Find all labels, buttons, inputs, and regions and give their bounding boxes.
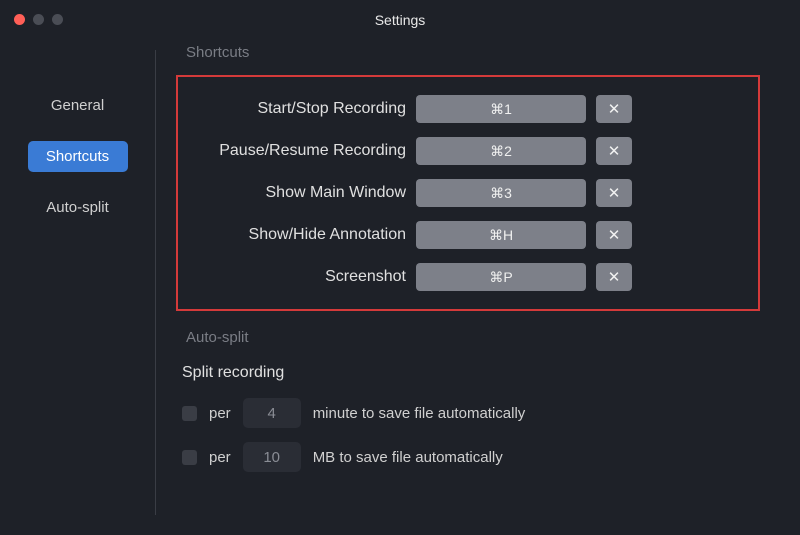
shortcuts-group-highlight: Start/Stop Recording ⌘1 ✕ Pause/Resume R…: [176, 75, 760, 311]
minutes-input[interactable]: 4: [243, 398, 301, 428]
close-icon: ✕: [608, 184, 621, 202]
per-label: per: [209, 405, 231, 422]
shortcut-key-input[interactable]: ⌘2: [416, 137, 586, 165]
shortcut-row-pause-resume: Pause/Resume Recording ⌘2 ✕: [186, 137, 744, 165]
shortcut-key-input[interactable]: ⌘1: [416, 95, 586, 123]
sidebar-item-label: Auto-split: [46, 199, 109, 216]
checkbox-split-mb[interactable]: [182, 450, 197, 465]
mb-suffix: MB to save file automatically: [313, 449, 503, 466]
shortcut-row-start-stop: Start/Stop Recording ⌘1 ✕: [186, 95, 744, 123]
main-panel: Shortcuts Start/Stop Recording ⌘1 ✕ Paus…: [156, 40, 800, 535]
clear-shortcut-button[interactable]: ✕: [596, 95, 632, 123]
close-icon: ✕: [608, 268, 621, 286]
split-row-minutes: per 4 minute to save file automatically: [182, 398, 760, 428]
sidebar-item-autosplit[interactable]: Auto-split: [28, 192, 128, 223]
shortcut-label: Show Main Window: [186, 184, 406, 202]
close-icon: ✕: [608, 142, 621, 160]
clear-shortcut-button[interactable]: ✕: [596, 263, 632, 291]
split-recording-title: Split recording: [182, 364, 760, 382]
mb-input[interactable]: 10: [243, 442, 301, 472]
section-header-autosplit: Auto-split: [186, 329, 760, 346]
shortcut-label: Screenshot: [186, 268, 406, 286]
titlebar: Settings: [0, 0, 800, 40]
sidebar: General Shortcuts Auto-split: [0, 40, 155, 535]
close-icon: ✕: [608, 226, 621, 244]
clear-shortcut-button[interactable]: ✕: [596, 221, 632, 249]
close-icon[interactable]: [14, 14, 25, 25]
sidebar-item-shortcuts[interactable]: Shortcuts: [28, 141, 128, 172]
shortcut-label: Start/Stop Recording: [186, 100, 406, 118]
shortcut-key-input[interactable]: ⌘H: [416, 221, 586, 249]
shortcut-row-screenshot: Screenshot ⌘P ✕: [186, 263, 744, 291]
window-title: Settings: [375, 12, 426, 28]
shortcut-label: Pause/Resume Recording: [186, 142, 406, 160]
split-row-mb: per 10 MB to save file automatically: [182, 442, 760, 472]
sidebar-item-label: Shortcuts: [46, 148, 109, 165]
sidebar-item-general[interactable]: General: [28, 90, 128, 121]
minimize-icon[interactable]: [33, 14, 44, 25]
shortcut-label: Show/Hide Annotation: [186, 226, 406, 244]
sidebar-item-label: General: [51, 97, 104, 114]
section-header-shortcuts: Shortcuts: [186, 44, 760, 61]
minutes-suffix: minute to save file automatically: [313, 405, 526, 422]
close-icon: ✕: [608, 100, 621, 118]
clear-shortcut-button[interactable]: ✕: [596, 179, 632, 207]
shortcut-row-main-window: Show Main Window ⌘3 ✕: [186, 179, 744, 207]
clear-shortcut-button[interactable]: ✕: [596, 137, 632, 165]
shortcut-key-input[interactable]: ⌘3: [416, 179, 586, 207]
maximize-icon[interactable]: [52, 14, 63, 25]
window-controls: [14, 14, 63, 25]
shortcut-key-input[interactable]: ⌘P: [416, 263, 586, 291]
content: General Shortcuts Auto-split Shortcuts S…: [0, 40, 800, 535]
checkbox-split-minutes[interactable]: [182, 406, 197, 421]
per-label: per: [209, 449, 231, 466]
shortcut-row-annotation: Show/Hide Annotation ⌘H ✕: [186, 221, 744, 249]
